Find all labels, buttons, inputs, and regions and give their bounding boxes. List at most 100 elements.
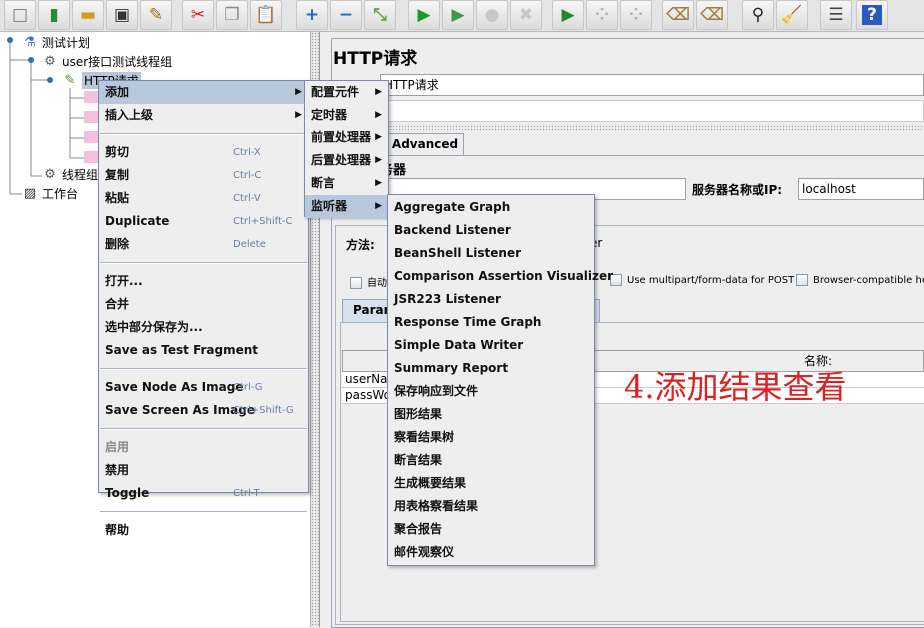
toggle-icon: ⤡ — [373, 5, 387, 25]
submenu-item-0[interactable]: 配置元件 ▶ — [305, 81, 388, 104]
shortcut-label: Ctrl+Shift-C — [233, 216, 293, 227]
help-button[interactable]: ? — [856, 0, 888, 30]
search-button[interactable]: ⚲ — [742, 0, 774, 30]
menu-item-item-1[interactable]: 插入上级 ▶ — [99, 104, 308, 127]
menu-item-item-3[interactable]: 剪切 Ctrl-X — [99, 141, 308, 164]
listener-item-15[interactable]: 邮件观察仪 — [388, 541, 594, 564]
menu-item-toggle[interactable]: Toggle Ctrl-T — [99, 482, 308, 505]
listener-item-10[interactable]: 察看结果树 — [388, 426, 594, 449]
listener-item-12[interactable]: 生成概要结果 — [388, 472, 594, 495]
name-input[interactable]: HTTP请求 — [380, 74, 924, 96]
menu-item-label: 禁用 — [105, 463, 130, 477]
menu-item-item-4[interactable]: 复制 Ctrl-C — [99, 164, 308, 187]
listener-item-aggregate-graph[interactable]: Aggregate Graph — [388, 196, 594, 219]
comments-input[interactable] — [380, 100, 924, 122]
listener-item-comparison-assertion-visualizer[interactable]: Comparison Assertion Visualizer — [388, 265, 613, 288]
submenu-item-3[interactable]: 后置处理器 ▶ — [305, 149, 388, 172]
reset-search-icon: 🧹 — [781, 5, 803, 25]
listener-item-13[interactable]: 用表格察看结果 — [388, 495, 594, 518]
expand-button[interactable]: + — [296, 0, 328, 30]
save-as-icon: ✎ — [148, 5, 164, 25]
listener-item-response-time-graph[interactable]: Response Time Graph — [388, 311, 594, 334]
menu-item-item-17[interactable]: 启用 — [99, 436, 308, 459]
tree-node-thread-group-2[interactable]: ⚙ 线程组 — [42, 166, 98, 183]
auto-redirect-checkbox[interactable]: 自动 — [350, 274, 387, 289]
menu-separator — [100, 368, 307, 370]
submenu-item-4[interactable]: 断言 ▶ — [305, 172, 388, 195]
listener-item-8[interactable]: 保存响应到文件 — [388, 380, 594, 403]
menu-item-item-18[interactable]: 禁用 — [99, 459, 308, 482]
tab-advanced[interactable]: Advanced — [386, 133, 464, 155]
new-button[interactable]: □ — [4, 0, 36, 30]
remote-start-button[interactable]: ▶ — [552, 0, 584, 30]
listener-item-summary-report[interactable]: Summary Report — [388, 357, 594, 380]
multipart-checkbox[interactable]: Use multipart/form-data for POST — [610, 274, 794, 286]
menu-item-item-10[interactable]: 合并 — [99, 293, 308, 316]
node-label: 工作台 — [42, 187, 79, 201]
menu-item-label: 后置处理器 — [311, 153, 372, 168]
remote-stop-button[interactable]: ⁘ — [586, 0, 618, 30]
listener-item-14[interactable]: 聚合报告 — [388, 518, 594, 541]
new-icon: □ — [11, 5, 29, 25]
copy-button[interactable]: ❐ — [216, 0, 248, 30]
submenu-item-2[interactable]: 前置处理器 ▶ — [305, 126, 388, 149]
shutdown-button[interactable]: ✖ — [510, 0, 542, 30]
menu-item-item-11[interactable]: 选中部分保存为... — [99, 316, 308, 339]
templates-button[interactable]: ▮ — [38, 0, 70, 30]
collapse-button[interactable]: − — [330, 0, 362, 30]
cut-icon: ✂ — [190, 5, 206, 25]
tree-node-thread-group[interactable]: ⚙ user接口测试线程组 — [42, 53, 172, 70]
paste-button[interactable]: 📋 — [250, 0, 282, 30]
menu-item-item-9[interactable]: 打开... — [99, 270, 308, 293]
submenu-arrow-icon: ▶ — [375, 87, 382, 97]
server-input[interactable]: localhost — [798, 178, 924, 200]
menu-item-save-as-test-fragment[interactable]: Save as Test Fragment — [99, 339, 308, 362]
listener-item-simple-data-writer[interactable]: Simple Data Writer — [388, 334, 594, 357]
menu-item-duplicate[interactable]: Duplicate Ctrl+Shift-C — [99, 210, 308, 233]
save-button[interactable]: ▣ — [106, 0, 138, 30]
panel-title: HTTP请求 — [333, 49, 418, 69]
workbench-icon: ▨ — [23, 185, 37, 201]
reset-search-button[interactable]: 🧹 — [776, 0, 808, 30]
listener-item-backend-listener[interactable]: Backend Listener — [388, 219, 594, 242]
toggle-button[interactable]: ⤡ — [364, 0, 396, 30]
listener-submenu: Aggregate Graph Backend Listener BeanShell… — [387, 194, 613, 566]
start-no-pause-icon: ▶ — [451, 5, 465, 25]
menu-item-save-screen-as-image[interactable]: Save Screen As Image Ctrl+Shift-G — [99, 399, 308, 422]
clear-button[interactable]: ⌫ — [662, 0, 694, 30]
start-no-pause-button[interactable]: ▶ — [442, 0, 474, 30]
function-helper-button[interactable]: ☰ — [820, 0, 852, 30]
menu-item-item-21[interactable]: 帮助 — [99, 519, 308, 542]
open-button[interactable]: ▬ — [72, 0, 104, 30]
menu-item-label: 帮助 — [105, 523, 130, 537]
submenu-item-5[interactable]: 监听器 ▶ — [305, 194, 388, 218]
menu-item-label: 启用 — [105, 440, 130, 454]
cut-button[interactable]: ✂ — [182, 0, 214, 30]
shortcut-label: Ctrl+Shift-G — [233, 405, 294, 416]
clear-all-button[interactable]: ⌫ — [696, 0, 728, 30]
submenu-arrow-icon: ▶ — [375, 132, 382, 143]
save-as-button[interactable]: ✎ — [140, 0, 172, 30]
menu-item-item-7[interactable]: 删除 Delete — [99, 233, 308, 256]
gear-icon: ⚙ — [44, 166, 56, 182]
node-label: 测试计划 — [42, 36, 91, 50]
paste-icon: 📋 — [255, 5, 277, 25]
shortcut-label: Ctrl-G — [233, 382, 263, 393]
tree-node-test-plan[interactable]: ⚗ 测试计划 — [22, 34, 90, 51]
tree-node-workbench[interactable]: ▨ 工作台 — [22, 185, 78, 202]
menu-item-item-5[interactable]: 粘贴 Ctrl-V — [99, 187, 308, 210]
menu-item-save-node-as-image[interactable]: Save Node As Image Ctrl-G — [99, 376, 308, 399]
remote-start-icon: ▶ — [561, 5, 575, 25]
start-button[interactable]: ▶ — [408, 0, 440, 30]
menu-item-item-0[interactable]: 添加 ▶ — [99, 81, 308, 104]
listener-item-jsr223-listener[interactable]: JSR223 Listener — [388, 288, 594, 311]
submenu-item-1[interactable]: 定时器 ▶ — [305, 104, 388, 127]
stop-button[interactable]: ● — [476, 0, 508, 30]
listener-item-9[interactable]: 图形结果 — [388, 403, 594, 426]
listener-item-beanshell-listener[interactable]: BeanShell Listener — [388, 242, 594, 265]
menu-item-label: 配置元件 — [311, 85, 360, 99]
remote-shutdown-button[interactable]: ⁘ — [620, 0, 652, 30]
listener-item-11[interactable]: 断言结果 — [388, 449, 594, 472]
browser-compatible-checkbox[interactable]: Browser-compatible hea — [796, 274, 924, 286]
shortcut-label: Delete — [233, 239, 266, 250]
